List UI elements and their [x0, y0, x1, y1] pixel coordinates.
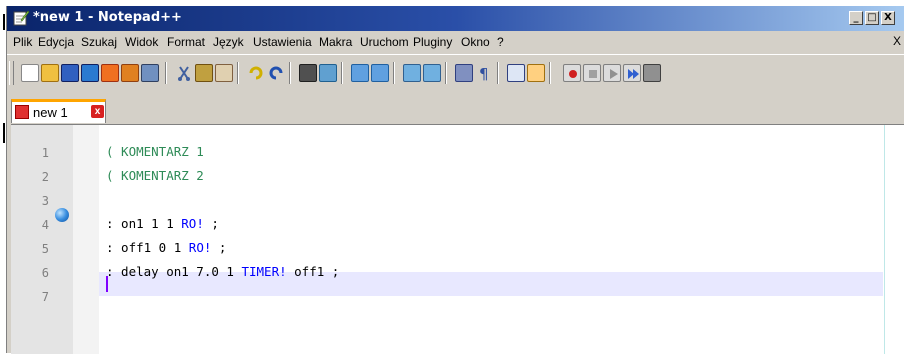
text-caret	[106, 276, 108, 292]
notepad-window: *new 1 - Notepad++ _ □ X Plik Edycja Szu…	[6, 6, 904, 354]
title-bar[interactable]: *new 1 - Notepad++ _ □ X	[7, 6, 904, 31]
toolbar-separator	[549, 62, 551, 84]
menu-edycja[interactable]: Edycja	[38, 35, 74, 49]
fold-margin	[73, 125, 99, 354]
menu-uruchom[interactable]: Uruchom	[360, 35, 409, 49]
close-document-button[interactable]: X	[893, 34, 901, 48]
comment-text: ( KOMENTARZ 2	[106, 168, 204, 183]
frame-edge-mark	[3, 14, 5, 30]
code-line: : delay on1 7.0 1 TIMER! off1 ;	[106, 264, 339, 279]
save-all-icon[interactable]	[81, 64, 99, 82]
editor-area[interactable]: 1 2 3 4 5 6 7 ( KOMENTARZ 1 ( KOMENTARZ …	[11, 124, 904, 354]
print-icon[interactable]	[141, 64, 159, 82]
line-number: 2	[41, 170, 49, 184]
keyword-text: TIMER!	[241, 264, 287, 279]
indent-guide-icon[interactable]	[507, 64, 525, 82]
toolbar: ¶	[7, 54, 904, 91]
open-file-icon[interactable]	[41, 64, 59, 82]
tab-new-1[interactable]: new 1 x	[11, 99, 106, 123]
replace-icon[interactable]	[319, 64, 337, 82]
code-text: : delay on1 7.0 1	[106, 264, 242, 279]
menu-widok[interactable]: Widok	[125, 35, 158, 49]
stop-macro-icon[interactable]	[583, 64, 601, 82]
code-line: : off1 0 1 RO! ;	[106, 240, 226, 255]
sync-horizontal-icon[interactable]	[423, 64, 441, 82]
toolbar-separator	[165, 62, 167, 84]
code-line: ( KOMENTARZ 1	[106, 144, 204, 159]
code-text: off1 ;	[286, 264, 340, 279]
frame-edge-mark	[3, 123, 5, 143]
menu-format[interactable]: Format	[167, 35, 205, 49]
undo-icon[interactable]	[247, 64, 265, 82]
new-file-icon[interactable]	[21, 64, 39, 82]
user-language-icon[interactable]	[527, 64, 545, 82]
code-text: : off1 0 1	[106, 240, 189, 255]
line-number: 3	[41, 194, 49, 208]
find-icon[interactable]	[299, 64, 317, 82]
close-icon[interactable]	[101, 64, 119, 82]
keyword-text: RO!	[188, 240, 212, 255]
tab-strip: new 1 x	[7, 92, 904, 124]
code-text: : on1 1 1	[106, 216, 182, 231]
toolbar-separator	[393, 62, 395, 84]
zoom-in-icon[interactable]	[351, 64, 369, 82]
minimize-button[interactable]: _	[849, 11, 863, 25]
toolbar-grip[interactable]	[9, 61, 14, 85]
code-line: : on1 1 1 RO! ;	[106, 216, 219, 231]
notepad-app-icon[interactable]	[12, 9, 30, 27]
bookmark-icon[interactable]	[55, 208, 69, 222]
sync-vertical-icon[interactable]	[403, 64, 421, 82]
toolbar-separator	[341, 62, 343, 84]
keyword-text: RO!	[181, 216, 204, 231]
close-window-button[interactable]: X	[881, 11, 895, 25]
line-number: 4	[41, 218, 49, 232]
close-all-icon[interactable]	[121, 64, 139, 82]
menu-bar: Plik Edycja Szukaj Widok Format Język Us…	[7, 32, 904, 52]
menu-pluginy[interactable]: Pluginy	[413, 35, 452, 49]
menu-plik[interactable]: Plik	[13, 35, 32, 49]
tab-label: new 1	[33, 105, 68, 120]
redo-icon[interactable]	[267, 64, 285, 82]
line-number: 5	[41, 242, 49, 256]
menu-okno[interactable]: Okno	[461, 35, 490, 49]
cut-icon[interactable]	[175, 64, 193, 82]
toolbar-separator	[445, 62, 447, 84]
zoom-out-icon[interactable]	[371, 64, 389, 82]
menu-ustawienia[interactable]: Ustawienia	[253, 35, 312, 49]
word-wrap-icon[interactable]	[455, 64, 473, 82]
menu-jezyk[interactable]: Język	[213, 35, 244, 49]
edge-line	[884, 125, 885, 354]
line-number: 6	[41, 266, 49, 280]
menu-help[interactable]: ?	[497, 35, 504, 49]
menu-szukaj[interactable]: Szukaj	[81, 35, 117, 49]
line-number: 1	[41, 146, 49, 160]
code-text: ;	[211, 240, 227, 255]
record-macro-icon[interactable]	[563, 64, 581, 82]
paste-icon[interactable]	[215, 64, 233, 82]
code-line: ( KOMENTARZ 2	[106, 168, 204, 183]
toolbar-separator	[237, 62, 239, 84]
toolbar-separator	[289, 62, 291, 84]
comment-text: ( KOMENTARZ 1	[106, 144, 204, 159]
run-macro-multiple-icon[interactable]	[623, 64, 641, 82]
maximize-button[interactable]: □	[865, 11, 879, 25]
show-all-characters-icon[interactable]: ¶	[475, 64, 493, 83]
save-icon[interactable]	[61, 64, 79, 82]
play-macro-icon[interactable]	[603, 64, 621, 82]
window-controls: _ □ X	[849, 11, 895, 25]
code-text: ;	[203, 216, 219, 231]
line-number: 7	[41, 290, 49, 304]
unsaved-file-icon	[15, 105, 29, 119]
svg-text:¶: ¶	[479, 65, 489, 82]
menu-makra[interactable]: Makra	[319, 35, 352, 49]
tab-close-button[interactable]: x	[91, 105, 104, 118]
copy-icon[interactable]	[195, 64, 213, 82]
toolbar-separator	[497, 62, 499, 84]
save-macro-icon[interactable]	[643, 64, 661, 82]
window-title: *new 1 - Notepad++	[33, 10, 182, 25]
